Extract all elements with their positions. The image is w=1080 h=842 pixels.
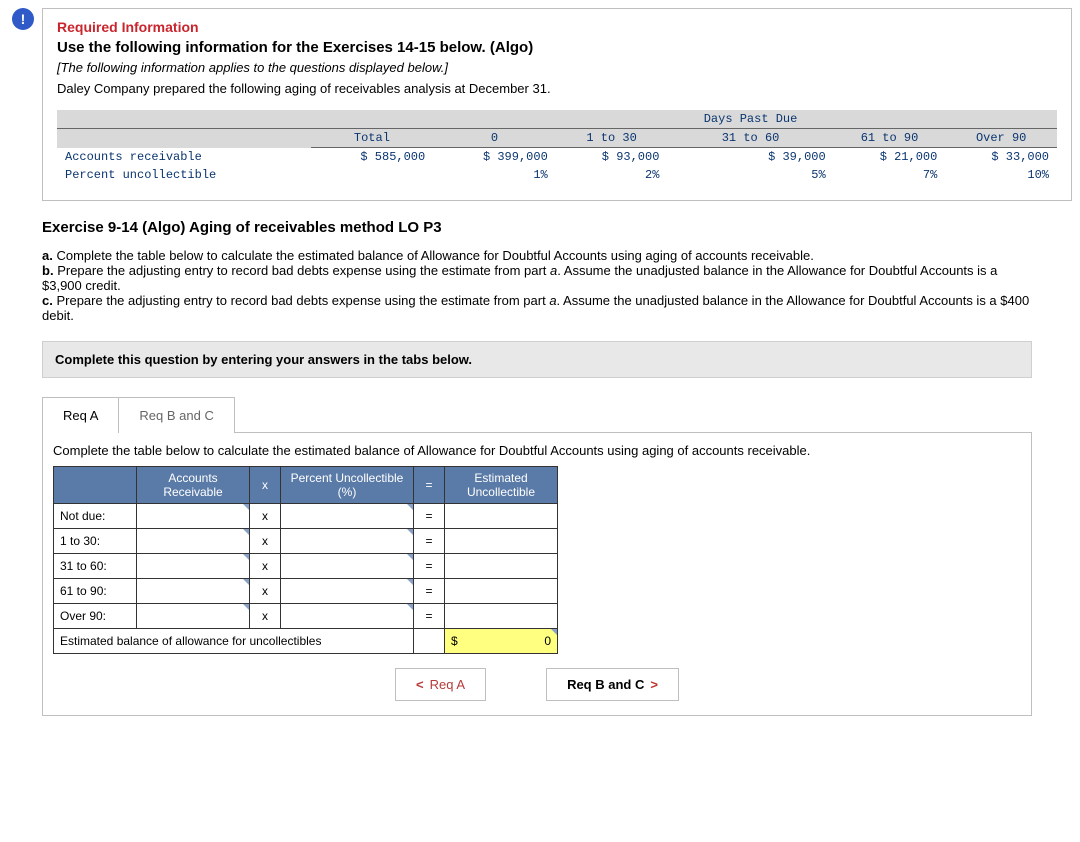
est-cell-4 [445, 604, 558, 629]
col-61-90: 61 to 90 [834, 129, 946, 148]
tab-req-b-c[interactable]: Req B and C [119, 397, 234, 433]
required-heading: Required Information [57, 19, 1057, 35]
est-cell-2 [445, 554, 558, 579]
calc-row-label: Over 90: [54, 604, 137, 629]
ar-input-0[interactable] [137, 504, 250, 529]
chevron-right-icon: > [650, 677, 658, 692]
ar-1-30: $ 93,000 [556, 148, 668, 167]
ar-31-60: $ 39,000 [667, 148, 833, 167]
pu-0: 1% [433, 166, 556, 184]
hint-box: Complete this question by entering your … [42, 341, 1032, 378]
part-c-label: c. [42, 293, 53, 308]
ar-over-90: $ 33,000 [945, 148, 1057, 167]
nav-buttons: < Req A Req B and C > [53, 668, 1021, 701]
part-a-text: a. Complete the table below to calculate… [42, 248, 1032, 263]
ar-input-1[interactable] [137, 529, 250, 554]
answer-panel: Complete the table below to calculate th… [42, 432, 1032, 716]
pct-input-0[interactable] [281, 504, 414, 529]
pu-31-60: 5% [667, 166, 833, 184]
ar-input-4[interactable] [137, 604, 250, 629]
eq-cell: = [414, 554, 445, 579]
col-total: Total [311, 129, 434, 148]
x-cell: x [250, 529, 281, 554]
pu-61-90: 7% [834, 166, 946, 184]
part-b-content-1: Prepare the adjusting entry to record ba… [57, 263, 550, 278]
col-0: 0 [433, 129, 556, 148]
tabs: Req A Req B and C [42, 396, 1032, 432]
tab-req-a[interactable]: Req A [42, 397, 119, 433]
calc-row-label: Not due: [54, 504, 137, 529]
total-value: 0 [544, 634, 551, 648]
question-body: a. Complete the table below to calculate… [42, 248, 1032, 716]
required-information-card: Required Information Use the following i… [42, 8, 1072, 201]
est-cell-0 [445, 504, 558, 529]
calc-row-label: 1 to 30: [54, 529, 137, 554]
eq-cell: = [414, 579, 445, 604]
ar-total: $ 585,000 [311, 148, 434, 167]
col-over-90: Over 90 [945, 129, 1057, 148]
calc-row-label: 61 to 90: [54, 579, 137, 604]
th-est: Estimated Uncollectible [445, 467, 558, 504]
th-ar: Accounts Receivable [137, 467, 250, 504]
x-cell: x [250, 504, 281, 529]
part-c-text: c. Prepare the adjusting entry to record… [42, 293, 1032, 323]
row-ar-label: Accounts receivable [57, 148, 311, 167]
col-31-60: 31 to 60 [667, 129, 833, 148]
ar-61-90: $ 21,000 [834, 148, 946, 167]
aging-table: Days Past Due Total 0 1 to 30 31 to 60 6… [57, 110, 1057, 184]
dollar-sign: $ [451, 634, 458, 648]
part-a-content: Complete the table below to calculate th… [56, 248, 813, 263]
eq-cell: = [414, 604, 445, 629]
pu-1-30: 2% [556, 166, 668, 184]
total-label: Estimated balance of allowance for uncol… [54, 629, 414, 654]
days-past-due-header: Days Past Due [667, 110, 833, 129]
eq-cell: = [414, 529, 445, 554]
required-italic: [The following information applies to th… [57, 60, 1057, 75]
part-b-text: b. Prepare the adjusting entry to record… [42, 263, 1032, 293]
x-cell: x [250, 579, 281, 604]
part-a-label: a. [42, 248, 53, 263]
th-eq: = [414, 467, 445, 504]
next-label: Req B and C [567, 677, 644, 692]
required-paragraph: Daley Company prepared the following agi… [57, 81, 1057, 96]
pct-input-4[interactable] [281, 604, 414, 629]
ar-input-2[interactable] [137, 554, 250, 579]
pu-over-90: 10% [945, 166, 1057, 184]
next-button[interactable]: Req B and C > [546, 668, 679, 701]
calc-table: Accounts Receivable x Percent Uncollecti… [53, 466, 681, 654]
panel-prompt: Complete the table below to calculate th… [53, 443, 1021, 458]
prev-button[interactable]: < Req A [395, 668, 486, 701]
th-x: x [250, 467, 281, 504]
required-subheading: Use the following information for the Ex… [57, 39, 1057, 56]
total-value-cell[interactable]: $0 [445, 629, 558, 654]
x-cell: x [250, 604, 281, 629]
ar-input-3[interactable] [137, 579, 250, 604]
pct-input-1[interactable] [281, 529, 414, 554]
chevron-left-icon: < [416, 677, 424, 692]
row-pu-label: Percent uncollectible [57, 166, 311, 184]
part-b-label: b. [42, 263, 54, 278]
pct-input-3[interactable] [281, 579, 414, 604]
calc-row-label: 31 to 60: [54, 554, 137, 579]
exercise-heading: Exercise 9-14 (Algo) Aging of receivable… [42, 219, 1072, 236]
alert-icon: ! [12, 8, 34, 30]
est-cell-3 [445, 579, 558, 604]
col-1-30: 1 to 30 [556, 129, 668, 148]
prev-label: Req A [430, 677, 465, 692]
part-c-content-1: Prepare the adjusting entry to record ba… [56, 293, 549, 308]
x-cell: x [250, 554, 281, 579]
pct-input-2[interactable] [281, 554, 414, 579]
th-pct: Percent Uncollectible (%) [281, 467, 414, 504]
part-c-em: a [549, 293, 556, 308]
est-cell-1 [445, 529, 558, 554]
ar-0: $ 399,000 [433, 148, 556, 167]
eq-cell: = [414, 504, 445, 529]
